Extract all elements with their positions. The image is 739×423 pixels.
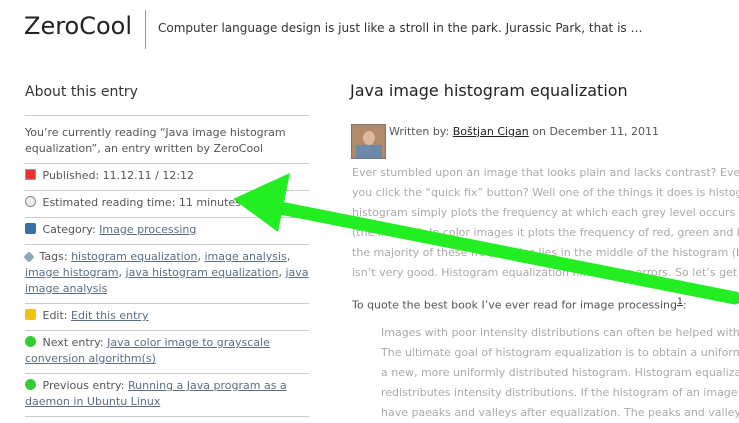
paragraph-line: (the images). In color images it plots t… <box>352 226 739 239</box>
quote-line: a new, more uniformly distributed histog… <box>381 366 739 379</box>
book-icon <box>25 223 36 234</box>
site-title[interactable]: ZeroCool <box>24 12 132 40</box>
previous-arrow-icon <box>25 379 36 390</box>
post-byline: Written by: Boštjan Cigan on December 11… <box>389 125 659 138</box>
tags-label: Tags: <box>39 250 68 263</box>
reading-time-label: Estimated reading time: <box>42 196 176 209</box>
header-divider <box>145 10 146 49</box>
tag-link[interactable]: image analysis <box>204 250 286 263</box>
avatar-face <box>363 131 375 145</box>
quote-line: Images with poor intensity distributions… <box>381 326 739 339</box>
category-row: Category: Image processing <box>25 218 309 245</box>
next-entry-label: Next entry: <box>42 336 104 349</box>
written-by-label: Written by: <box>389 125 450 138</box>
tag-link[interactable]: image histogram <box>25 266 119 279</box>
quote-line: The ultimate goal of histogram equalizat… <box>381 346 739 359</box>
avatar-body <box>356 145 382 158</box>
paragraph-line: isn’t very good. Histogram equalization … <box>352 266 739 279</box>
paragraph-line: the majority of these frequencies lies i… <box>352 246 739 259</box>
sidebar-title: About this entry <box>25 84 309 116</box>
author-avatar <box>351 124 386 159</box>
tag-link[interactable]: histogram equalization <box>71 250 197 263</box>
paragraph-line: Ever stumbled upon an image that looks p… <box>352 166 739 179</box>
edit-label: Edit: <box>42 309 68 322</box>
published-row: Published: 11.12.11 / 12:12 <box>25 164 309 191</box>
quote-line: redistributes intensity distributions. I… <box>381 386 739 399</box>
quote-intro-text: To quote the best book I’ve ever read fo… <box>352 298 677 312</box>
blockquote: Images with poor intensity distributions… <box>381 323 739 423</box>
edit-entry-link[interactable]: Edit this entry <box>71 309 148 322</box>
quote-line: have paeaks and valleys after equalizati… <box>381 406 739 419</box>
category-label: Category: <box>42 223 96 236</box>
entry-intro-text: You’re currently reading “Java image his… <box>25 126 286 155</box>
post-date: on December 11, 2011 <box>532 125 659 138</box>
tag-link[interactable]: java histogram equalization <box>126 266 279 279</box>
quote-intro-colon: : <box>682 298 687 312</box>
clock-icon <box>25 196 36 207</box>
reading-time-value: 11 minutes <box>178 196 241 209</box>
edit-row: Edit: Edit this entry <box>25 304 309 331</box>
paragraph-line: histogram simply plots the frequency at … <box>352 206 739 219</box>
intro-paragraph: Ever stumbled upon an image that looks p… <box>352 163 739 283</box>
category-link[interactable]: Image processing <box>99 223 196 236</box>
reading-time-row: Estimated reading time: 11 minutes <box>25 191 309 218</box>
pencil-icon <box>25 309 36 320</box>
next-entry-row: Next entry: Java color image to grayscal… <box>25 331 309 374</box>
previous-entry-label: Previous entry: <box>42 379 125 392</box>
entry-intro: You’re currently reading “Java image his… <box>25 121 309 164</box>
author-link[interactable]: Boštjan Cigan <box>453 125 529 138</box>
site-tagline: Computer language design is just like a … <box>158 21 643 35</box>
about-entry-sidebar: About this entry You’re currently readin… <box>23 84 309 417</box>
post-title[interactable]: Java image histogram equalization <box>350 81 628 100</box>
tag-icon <box>23 251 35 263</box>
previous-entry-row: Previous entry: Running a Java program a… <box>25 374 309 417</box>
quote-intro-paragraph: To quote the best book I’ve ever read fo… <box>352 292 687 316</box>
published-label: Published: <box>42 169 100 182</box>
tags-row: Tags: histogram equalization, image anal… <box>23 245 309 304</box>
calendar-icon <box>25 169 36 180</box>
paragraph-line: you click the “quick fix” button? Well o… <box>352 186 739 199</box>
published-value: 11.12.11 / 12:12 <box>102 169 195 182</box>
next-arrow-icon <box>25 336 36 347</box>
